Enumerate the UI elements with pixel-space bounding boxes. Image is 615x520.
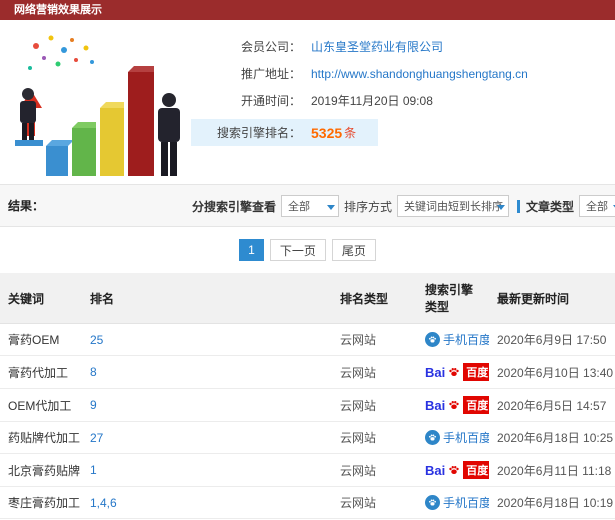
- filter-bar: 结果： 分搜索引擎查看 全部 排序方式 关键词由短到长排序 文章类型 全部 提交: [0, 185, 615, 227]
- type-filter-label: 文章类型: [526, 199, 575, 214]
- result-label: 结果：: [8, 199, 45, 213]
- bar-chart-illustration: [6, 28, 191, 178]
- engine-filter-select[interactable]: 全部: [281, 195, 340, 217]
- col-header-engine-type: 搜索引擎类型: [417, 273, 489, 324]
- table-row: 药贴牌代加工 27 云网站 手机百度 2020年6月18日 10:25: [0, 421, 615, 454]
- baidu-paw-icon: [448, 366, 460, 378]
- baidu-logo: Bai 百度: [425, 396, 489, 414]
- bars: [46, 66, 154, 176]
- rank-type-cell: 云网站: [332, 453, 417, 487]
- engine-filter-value: 全部: [288, 201, 311, 213]
- rank-type-cell: 云网站: [332, 421, 417, 454]
- pagination: 1 下一页 尾页: [0, 227, 615, 273]
- info-section: 会员公司： 山东皇圣堂药业有限公司 推广地址： http://www.shand…: [0, 20, 615, 185]
- sort-filter-label: 排序方式: [344, 199, 393, 214]
- updated-cell: 2020年6月9日 17:50: [489, 323, 615, 356]
- section-marker-icon: [517, 199, 521, 213]
- company-label: 会员公司：: [240, 40, 301, 54]
- rank-type-cell: 云网站: [332, 388, 417, 422]
- mobile-baidu-paw-icon: [425, 332, 440, 347]
- filter-controls: 分搜索引擎查看 全部 排序方式 关键词由短到长排序 文章类型 全部 提交: [192, 185, 615, 227]
- last-page-button[interactable]: 尾页: [331, 239, 376, 261]
- open-time-label: 开通时间：: [240, 94, 301, 108]
- open-time-value: 2019年11月20日 09:08: [311, 94, 433, 108]
- rank-cell[interactable]: 9: [82, 388, 332, 422]
- member-info: 会员公司： 山东皇圣堂药业有限公司 推广地址： http://www.shand…: [191, 28, 615, 178]
- col-header-updated: 最新更新时间: [489, 273, 615, 324]
- table-row: 北京膏药贴牌 1 云网站 Bai 百度 2020年6月11日 11:18: [0, 453, 615, 487]
- page: 网络营销效果展示 会员公司： 山东皇圣堂药业有限公司 推广地址： http://…: [0, 0, 615, 520]
- rank-cell[interactable]: 25: [82, 323, 332, 356]
- engine-cell: 手机百度: [417, 323, 489, 356]
- mobile-baidu-paw-icon: [425, 495, 440, 510]
- businessman-left: [15, 88, 43, 146]
- keyword-cell: 北京膏药贴牌: [0, 453, 82, 487]
- rank-type-cell: 云网站: [332, 323, 417, 356]
- baidu-paw-icon: [448, 464, 460, 476]
- promotion-url-row: 推广地址： http://www.shandonghuangshengtang.…: [191, 65, 615, 82]
- rank-cell[interactable]: 1: [82, 453, 332, 487]
- search-rank-label: 搜索引擎排名：: [216, 126, 301, 140]
- mobile-baidu-logo: 手机百度: [425, 494, 489, 511]
- updated-cell: 2020年6月18日 10:25: [489, 421, 615, 454]
- sort-filter-select[interactable]: 关键词由短到长排序: [397, 195, 510, 217]
- promotion-url-label: 推广地址：: [240, 67, 301, 81]
- type-filter-value: 全部: [586, 201, 609, 213]
- updated-cell: 2020年6月5日 14:57: [489, 388, 615, 422]
- table-header-row: 关键词 排名 排名类型 搜索引擎类型 最新更新时间: [0, 273, 615, 324]
- rank-cell[interactable]: 1,4,6: [82, 486, 332, 519]
- rank-cell[interactable]: 8: [82, 355, 332, 389]
- company-link[interactable]: 山东皇圣堂药业有限公司: [311, 38, 443, 55]
- engine-cell: 手机百度: [417, 486, 489, 519]
- keyword-cell: 膏药OEM: [0, 323, 82, 356]
- engine-cell: Bai 百度: [417, 355, 489, 389]
- rank-type-cell: 云网站: [332, 486, 417, 519]
- page-title-bar: 网络营销效果展示: [0, 0, 615, 20]
- dropdown-caret-icon: [497, 205, 506, 210]
- updated-cell: 2020年6月10日 13:40: [489, 355, 615, 389]
- company-row: 会员公司： 山东皇圣堂药业有限公司: [191, 38, 615, 55]
- engine-cell: Bai 百度: [417, 453, 489, 487]
- engine-cell: 手机百度: [417, 421, 489, 454]
- baidu-logo: Bai 百度: [425, 461, 489, 479]
- page-title: 网络营销效果展示: [14, 4, 102, 16]
- results-table: 关键词 排名 排名类型 搜索引擎类型 最新更新时间 膏药OEM 25 云网站 手…: [0, 273, 615, 520]
- engine-filter-label: 分搜索引擎查看: [192, 199, 277, 214]
- col-header-rank-type: 排名类型: [332, 273, 417, 324]
- engine-cell: Bai 百度: [417, 388, 489, 422]
- search-rank-row: 搜索引擎排名： 5325 条: [191, 119, 379, 146]
- keyword-cell: 枣庄膏药加工: [0, 486, 82, 519]
- promotion-url-link[interactable]: http://www.shandonghuangshengtang.cn: [311, 67, 528, 81]
- next-page-button[interactable]: 下一页: [269, 239, 326, 261]
- baidu-logo: Bai 百度: [425, 363, 489, 381]
- keyword-cell: 膏药代加工: [0, 355, 82, 389]
- table-row: 膏药OEM 25 云网站 手机百度 2020年6月9日 17:50: [0, 323, 615, 356]
- baidu-paw-icon: [448, 399, 460, 411]
- search-rank-unit: 条: [344, 126, 357, 140]
- table-body: 膏药OEM 25 云网站 手机百度 2020年6月9日 17:50 膏药代加工 …: [0, 323, 615, 520]
- updated-cell: 2020年6月11日 11:18: [489, 453, 615, 487]
- mobile-baidu-logo: 手机百度: [425, 331, 489, 348]
- dropdown-caret-icon: [327, 205, 336, 210]
- table-row: OEM代加工 9 云网站 Bai 百度 2020年6月5日 14:57: [0, 388, 615, 422]
- rank-cell[interactable]: 27: [82, 421, 332, 454]
- table-row: 枣庄膏药加工 1,4,6 云网站 手机百度 2020年6月18日 10:19: [0, 486, 615, 519]
- mobile-baidu-paw-icon: [425, 430, 440, 445]
- keyword-cell: 药贴牌代加工: [0, 421, 82, 454]
- col-header-rank: 排名: [82, 273, 332, 324]
- search-rank-count: 5325: [311, 124, 343, 141]
- page-1-button[interactable]: 1: [239, 239, 264, 261]
- col-header-keyword: 关键词: [0, 273, 82, 324]
- open-time-row: 开通时间： 2019年11月20日 09:08: [191, 92, 615, 109]
- keyword-cell: OEM代加工: [0, 388, 82, 422]
- type-filter-select[interactable]: 全部: [579, 195, 615, 217]
- mobile-baidu-logo: 手机百度: [425, 429, 489, 446]
- businessman-right: [158, 93, 180, 176]
- sort-filter-value: 关键词由短到长排序: [404, 201, 504, 213]
- rank-type-cell: 云网站: [332, 355, 417, 389]
- confetti-dots: [28, 35, 94, 70]
- table-row: 膏药代加工 8 云网站 Bai 百度 2020年6月10日 13:40: [0, 355, 615, 389]
- updated-cell: 2020年6月18日 10:19: [489, 486, 615, 519]
